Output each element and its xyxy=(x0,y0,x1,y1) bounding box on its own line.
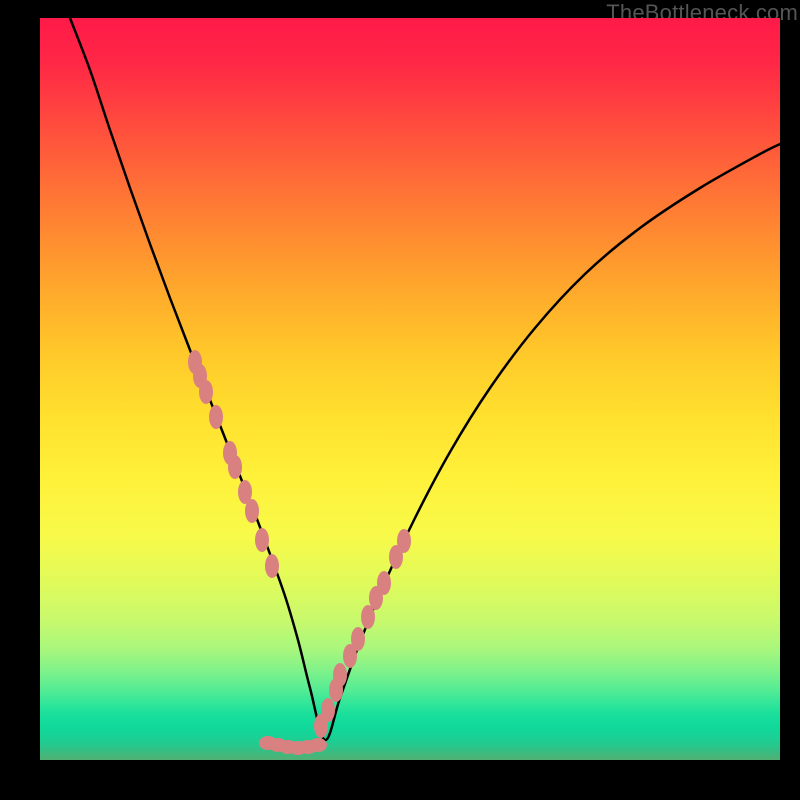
bead-right xyxy=(377,571,391,595)
curve-svg xyxy=(40,18,780,760)
bead-right xyxy=(333,663,347,687)
bead-left xyxy=(199,380,213,404)
bead-left xyxy=(265,554,279,578)
bead-right xyxy=(321,698,335,722)
bead-left xyxy=(255,528,269,552)
chart-frame: TheBottleneck.com xyxy=(0,0,800,800)
bead-left xyxy=(245,499,259,523)
main-curve xyxy=(70,18,780,740)
bead-left xyxy=(228,455,242,479)
bead-right xyxy=(397,529,411,553)
bead-group xyxy=(188,350,411,755)
plot-area xyxy=(40,18,780,760)
bead-right xyxy=(351,627,365,651)
bead-left xyxy=(209,405,223,429)
bead-bottom xyxy=(309,738,327,752)
